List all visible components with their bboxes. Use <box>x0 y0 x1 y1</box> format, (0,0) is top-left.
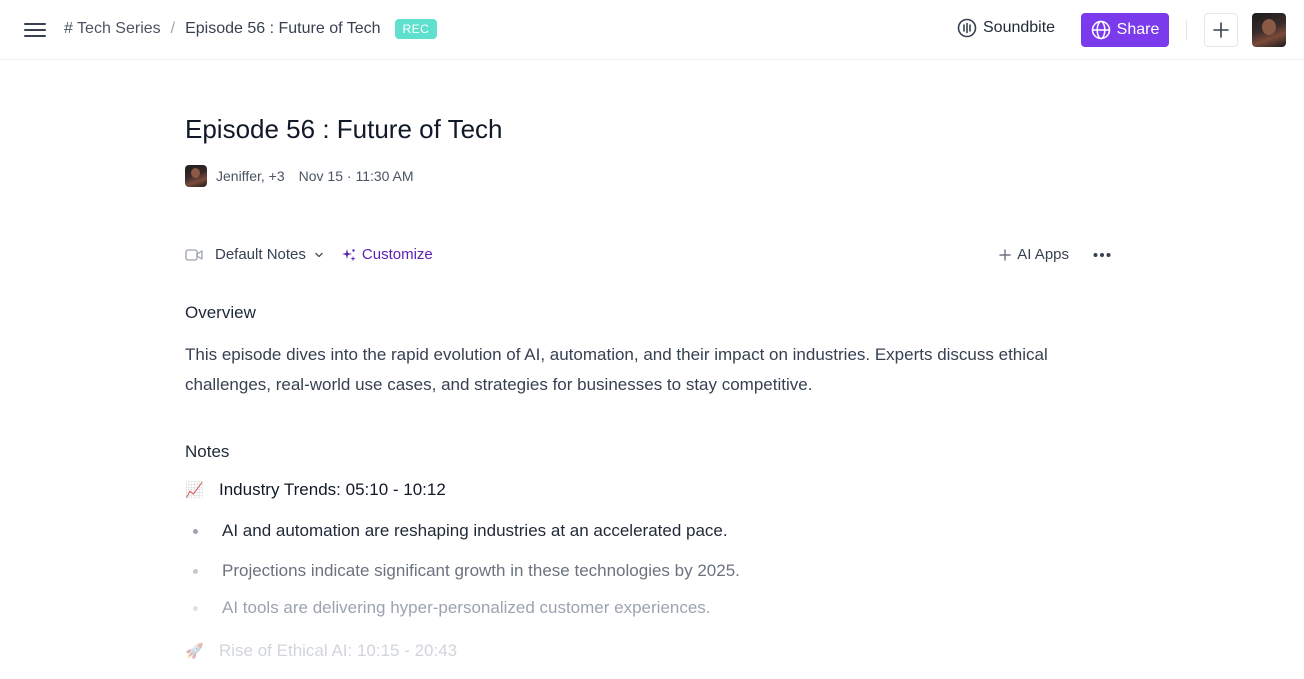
bullet-dot <box>193 528 198 534</box>
user-avatar[interactable] <box>1252 13 1286 47</box>
soundbite-button[interactable]: Soundbite <box>957 18 1055 38</box>
menu-icon[interactable] <box>24 20 46 40</box>
bullet-dot <box>193 568 198 574</box>
notes-heading: Notes <box>185 442 230 461</box>
meeting-meta: Jeniffer, +3 Nov 15 · 11:30 AM <box>185 165 414 187</box>
participant-avatar[interactable] <box>185 165 207 187</box>
overview-text: This episode dives into the rapid evolut… <box>185 345 1048 394</box>
top-bar: # Tech Series / Episode 56 : Future of T… <box>0 0 1304 60</box>
sparkle-icon <box>341 248 356 261</box>
chart-emoji-icon: 📈 <box>185 482 204 499</box>
list-item: AI and automation are reshaping industri… <box>185 521 728 541</box>
add-button[interactable] <box>1204 13 1238 47</box>
bullet-text: AI tools are delivering hyper-personaliz… <box>222 598 711 617</box>
more-horizontal-icon[interactable] <box>1093 252 1111 258</box>
list-item: Projections indicate significant growth … <box>185 561 740 581</box>
page-title: Episode 56 : Future of Tech <box>185 114 503 144</box>
globe-icon <box>1091 20 1110 40</box>
ai-apps-button[interactable]: AI Apps <box>999 246 1069 263</box>
plus-icon <box>999 248 1011 261</box>
chevron-down-icon[interactable] <box>314 250 324 260</box>
breadcrumb: # Tech Series / Episode 56 : Future of T… <box>64 19 438 39</box>
rocket-emoji-icon: 🚀 <box>185 643 204 660</box>
overview-heading: Overview <box>185 303 256 322</box>
notes-toolbar: Default Notes Customize AI Apps <box>185 246 1111 268</box>
plus-icon <box>1213 22 1229 38</box>
bullet-text: Projections indicate significant growth … <box>222 561 740 580</box>
video-icon <box>185 248 203 261</box>
topic-title: Industry Trends: 05:10 - 10:12 <box>219 480 446 499</box>
bullet-dot <box>193 605 198 611</box>
breadcrumb-episode[interactable]: Episode 56 : Future of Tech <box>185 20 380 38</box>
topic-heading[interactable]: 🚀 Rise of Ethical AI: 10:15 - 20:43 <box>185 641 457 661</box>
share-button[interactable]: Share <box>1081 13 1169 47</box>
list-item: AI tools are delivering hyper-personaliz… <box>185 598 711 618</box>
bullet-text: AI and automation are reshaping industri… <box>222 521 728 540</box>
soundbite-icon <box>957 18 977 38</box>
meeting-date: Nov 15 · 11:30 AM <box>298 168 414 184</box>
participants[interactable]: Jeniffer, +3 <box>216 168 285 184</box>
toolbar-right: AI Apps <box>999 246 1111 263</box>
topic-heading[interactable]: 📈 Industry Trends: 05:10 - 10:12 <box>185 480 446 500</box>
ai-apps-label: AI Apps <box>1017 246 1069 263</box>
soundbite-label: Soundbite <box>983 19 1056 36</box>
divider <box>1186 20 1187 40</box>
rec-badge: REC <box>394 19 438 39</box>
customize-button[interactable]: Customize <box>341 246 433 263</box>
share-label: Share <box>1116 21 1160 38</box>
toolbar-left: Default Notes Customize <box>185 246 433 263</box>
customize-label: Customize <box>361 246 433 263</box>
template-dropdown[interactable]: Default Notes <box>215 246 306 263</box>
breadcrumb-separator: / <box>170 20 176 37</box>
topic-title: Rise of Ethical AI: 10:15 - 20:43 <box>219 641 458 660</box>
breadcrumb-series[interactable]: # Tech Series <box>64 20 161 38</box>
